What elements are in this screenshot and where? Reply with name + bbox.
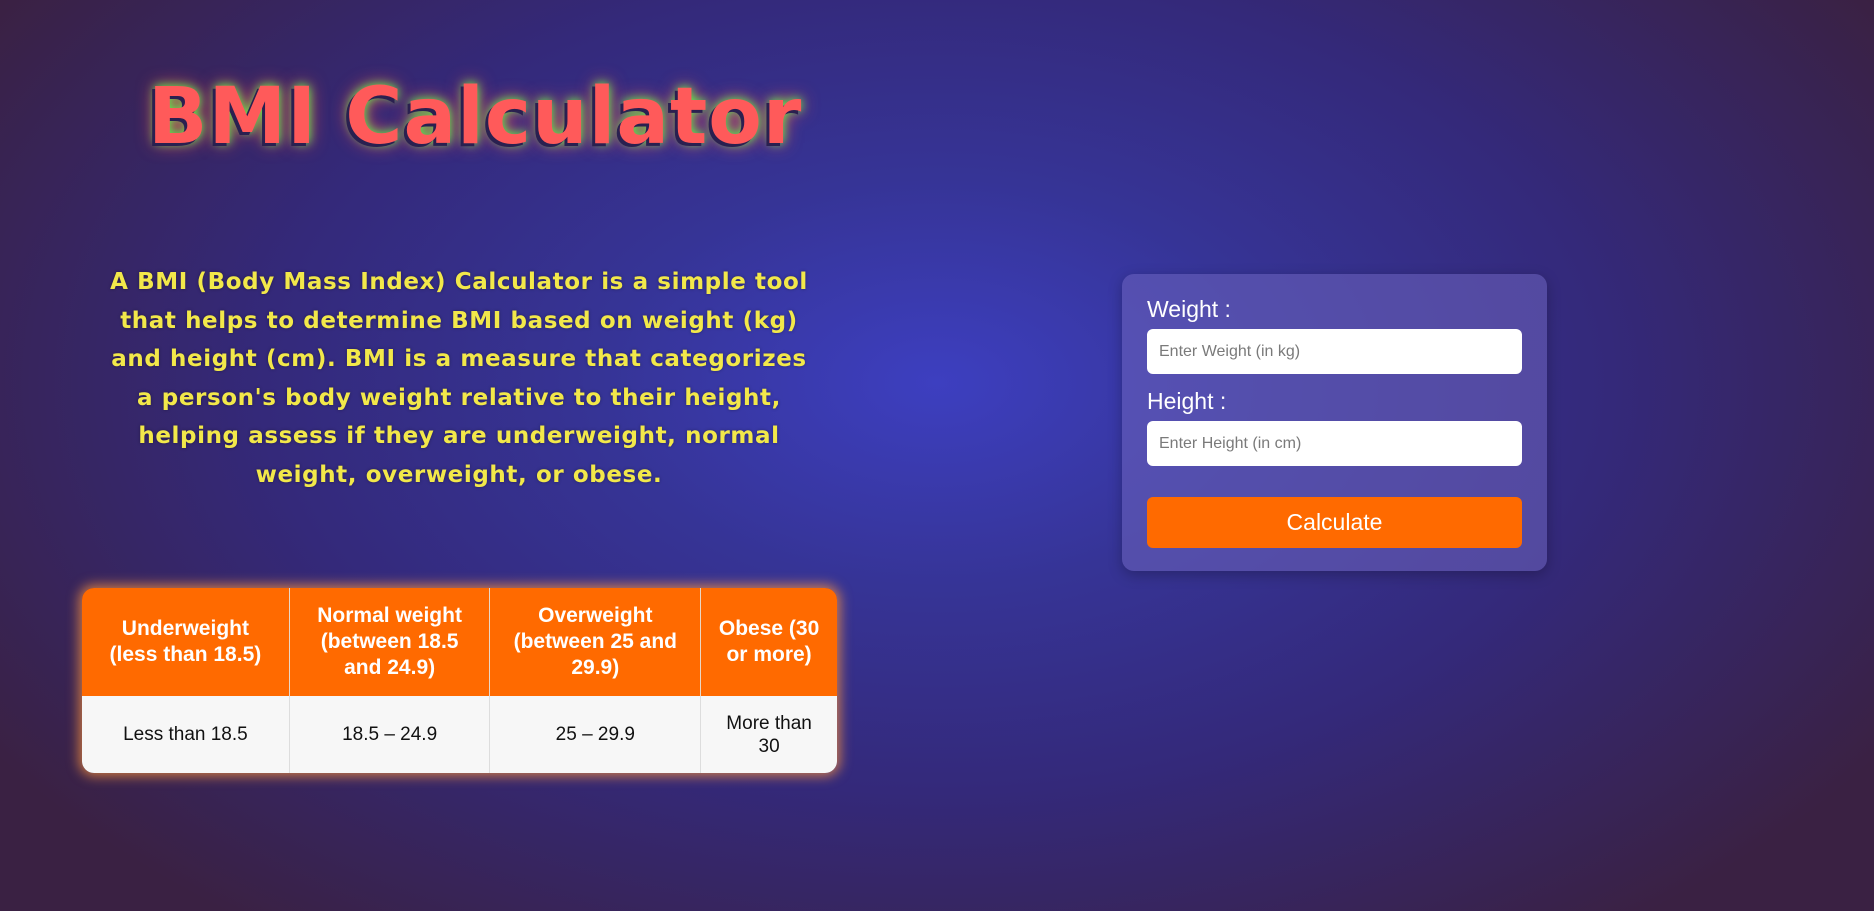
table-row: Less than 18.5 18.5 – 24.9 25 – 29.9 Mor… [82,696,837,773]
calculate-button[interactable]: Calculate [1147,497,1522,548]
height-input[interactable] [1147,421,1522,466]
weight-input[interactable] [1147,329,1522,374]
height-label: Height : [1147,388,1227,414]
header-overweight: Overweight (between 25 and 29.9) [490,588,702,696]
weight-label: Weight : [1147,296,1231,322]
bmi-description: A BMI (Body Mass Index) Calculator is a … [110,269,808,488]
page-title: BMI Calculator [148,72,803,162]
header-obese: Obese (30 or more) [701,588,837,696]
header-underweight: Underweight (less than 18.5) [82,588,290,696]
bmi-calculator-form: Weight : Height : Calculate [1122,274,1547,571]
table-header-row: Underweight (less than 18.5) Normal weig… [82,588,837,696]
cell-normal-range: 18.5 – 24.9 [289,696,491,773]
header-normal-weight: Normal weight (between 18.5 and 24.9) [289,588,491,696]
bmi-categories-table: Underweight (less than 18.5) Normal weig… [82,588,837,773]
cell-underweight-range: Less than 18.5 [82,696,290,773]
cell-overweight-range: 25 – 29.9 [490,696,702,773]
cell-obese-range: More than 30 [701,696,837,773]
